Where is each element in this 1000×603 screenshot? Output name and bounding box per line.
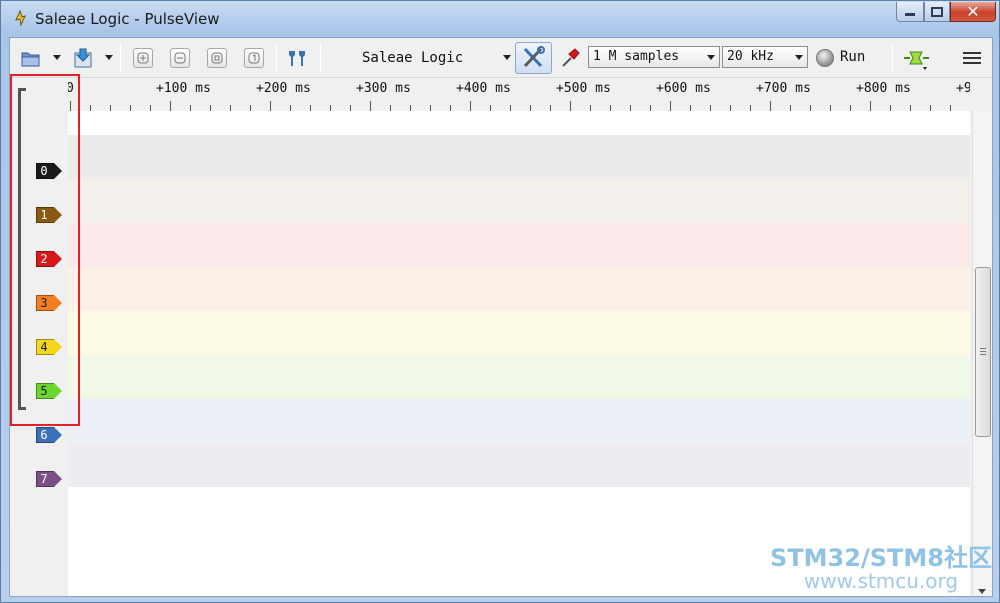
channel-number: 6 [40,428,48,442]
probe-icon [562,48,580,67]
toolbar-separator [276,44,277,72]
toolbar-separator [320,44,321,72]
title-bar[interactable]: Saleae Logic - PulseView ✕ [1,1,1000,37]
time-ruler[interactable]: 0+100 ms+200 ms+300 ms+400 ms+500 ms+600… [68,79,970,111]
run-button[interactable]: Run [840,49,865,65]
tools-config-icon [523,46,545,68]
ruler-label: +300 ms [356,81,411,96]
sample-count-select[interactable]: 1 M samples [588,46,720,68]
zoom-original-button[interactable] [242,44,266,72]
protocol-decoder-icon [904,51,929,70]
window-title: Saleae Logic - PulseView [35,10,220,28]
zoom-fit-button[interactable] [205,44,229,72]
channel-row-2[interactable] [68,223,970,267]
close-icon: ✕ [966,1,980,21]
channel-row-7[interactable] [68,443,970,487]
probe-config-button[interactable] [558,44,582,72]
toolbar-separator [120,44,121,72]
ruler-label: +900 [956,81,970,96]
ruler-tick [670,101,671,111]
save-button[interactable] [70,44,96,72]
open-button[interactable] [18,44,44,72]
channel-label-7[interactable]: 7 [36,471,62,487]
open-menu-chevron-icon[interactable] [53,55,61,60]
ruler-tick [870,101,871,111]
channel-row-4[interactable] [68,311,970,355]
ruler-tick [270,101,271,111]
ruler-tick [570,101,571,111]
zoom-one-to-one-icon [244,48,264,68]
close-button[interactable]: ✕ [950,2,996,22]
run-status-led-icon[interactable] [816,49,834,67]
channel-number: 7 [40,472,48,486]
sample-count-chevron-icon [707,55,715,60]
device-selector[interactable]: Saleae Logic [356,47,516,69]
channel-row-5[interactable] [68,355,970,399]
ruler-label: +400 ms [456,81,511,96]
minimize-icon [905,12,915,16]
zoom-out-button[interactable] [168,44,192,72]
ruler-label: +100 ms [156,81,211,96]
cursor-markers-icon [289,51,305,66]
pulseview-app-icon [11,9,29,27]
zoom-fit-icon [207,48,227,68]
channel-tag-arrow-icon [54,471,62,487]
samplerate-value: 20 kHz [727,49,774,64]
configure-device-button[interactable] [515,42,552,74]
scrollbar-thumb[interactable] [975,267,991,437]
samplerate-select[interactable]: 20 kHz [722,46,808,68]
main-toolbar: Saleae Logic 1 M samples 20 kHz Run [10,38,992,78]
ruler-label: +600 ms [656,81,711,96]
save-download-icon [74,48,92,68]
channel-row-0[interactable] [68,135,970,179]
folder-open-icon [21,52,40,67]
channel-row-3[interactable] [68,267,970,311]
channel-tag-arrow-icon [54,427,62,443]
zoom-in-icon [133,48,153,68]
device-name: Saleae Logic [362,50,464,66]
zoom-in-button[interactable] [131,44,155,72]
show-cursors-button[interactable] [284,44,310,72]
grip-icon [980,348,986,355]
vertical-scrollbar[interactable] [972,111,992,596]
minimize-button[interactable] [896,2,924,22]
samplerate-chevron-icon [795,55,803,60]
add-decoder-button[interactable] [900,44,932,72]
sample-count-value: 1 M samples [593,49,680,64]
zoom-out-icon [170,48,190,68]
ruler-label: +700 ms [756,81,811,96]
client-area: Saleae Logic 1 M samples 20 kHz Run +100… [9,37,993,597]
ruler-tick [770,101,771,111]
save-menu-chevron-icon[interactable] [105,55,113,60]
maximize-icon [931,6,943,17]
channel-row-1[interactable] [68,179,970,223]
device-chevron-icon [503,55,511,60]
channel-label-6[interactable]: 6 [36,427,62,443]
trace-view: 0+100 ms+200 ms+300 ms+400 ms+500 ms+600… [10,79,992,596]
ruler-label: +800 ms [856,81,911,96]
ruler-label: +200 ms [256,81,311,96]
watermark-brand: STM32/STM8社区 [770,544,992,572]
watermark-url: www.stmcu.org [803,569,959,593]
maximize-button[interactable] [924,2,950,22]
ruler-tick [370,101,371,111]
channel-row-6[interactable] [68,399,970,443]
main-menu-button[interactable] [960,44,984,72]
main-window: Saleae Logic - PulseView ✕ Saleae Logic … [0,0,1000,603]
ruler-tick [170,101,171,111]
hamburger-menu-icon [963,52,981,64]
ruler-label: +500 ms [556,81,611,96]
ruler-tick [470,101,471,111]
toolbar-separator [892,44,893,72]
watermark: STM32/STM8社区 www.stmcu.org [763,546,999,591]
annotation-highlight-box [10,74,80,426]
